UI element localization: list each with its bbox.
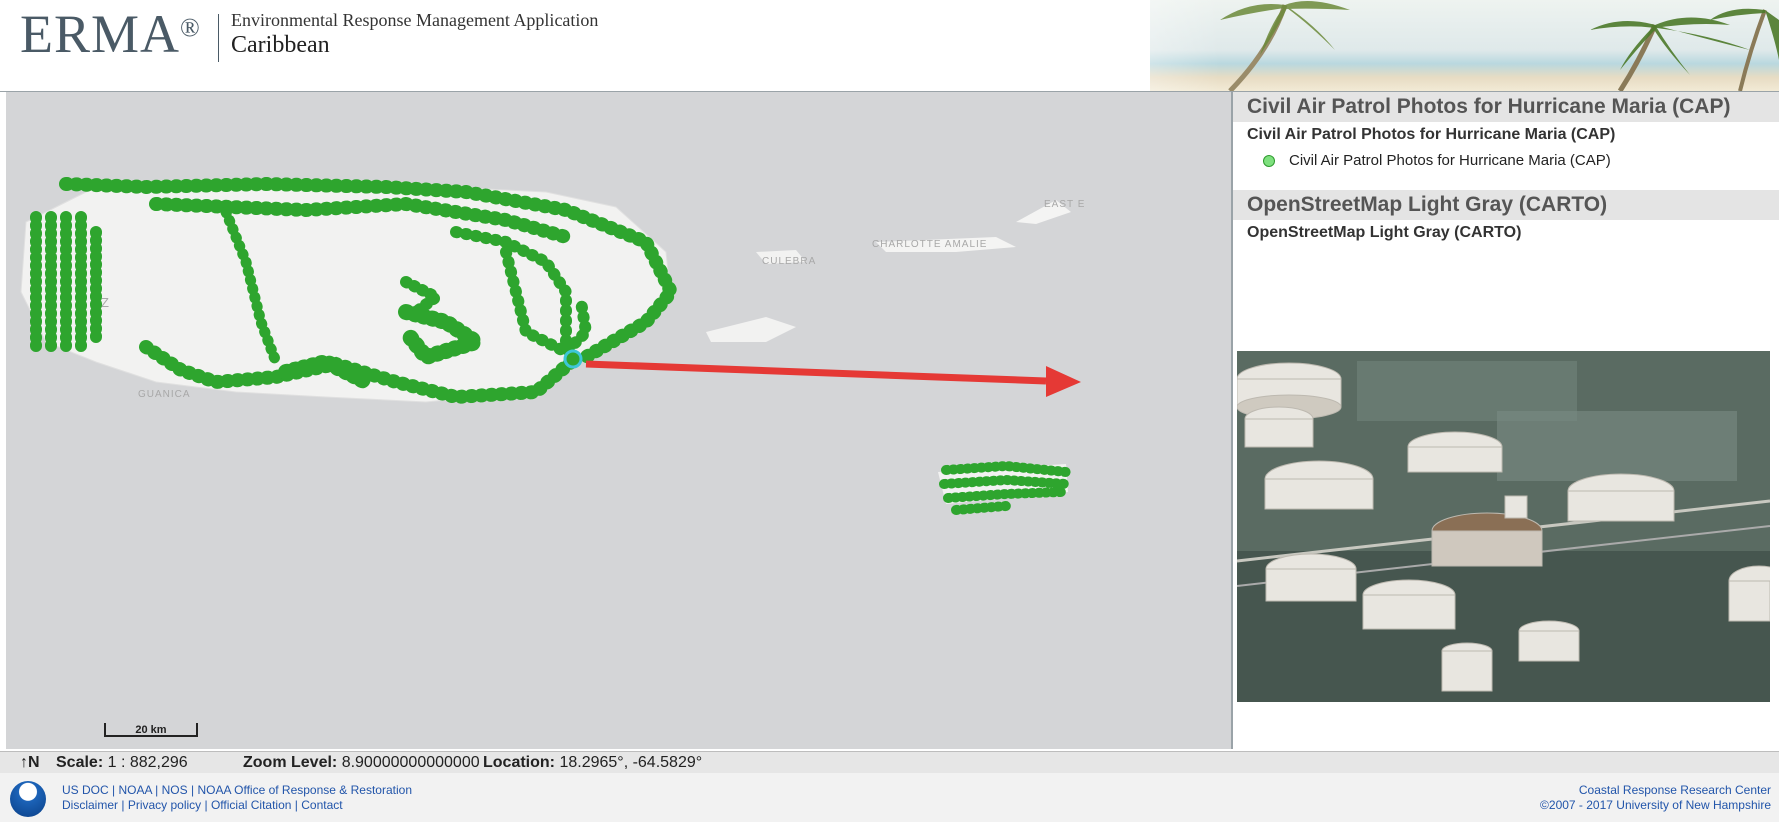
footer-link-nos[interactable]: NOS — [162, 783, 188, 797]
vieques-landmass — [706, 317, 796, 342]
layer-header-cap[interactable]: Civil Air Patrol Photos for Hurricane Ma… — [1233, 92, 1779, 122]
north-arrow-icon: ↑N — [20, 754, 40, 771]
logo-divider — [218, 14, 219, 62]
legend-item-cap: Civil Air Patrol Photos for Hurricane Ma… — [1233, 148, 1779, 174]
footer-link-us-doc[interactable]: US DOC — [62, 783, 109, 797]
scale-value: 1 : 882,296 — [107, 754, 188, 771]
layer-title-osm: OpenStreetMap Light Gray (CARTO) — [1247, 224, 1522, 241]
erma-logo[interactable]: ERMA® — [20, 4, 201, 64]
location-label: Location: — [483, 754, 555, 771]
beach-banner-image — [1150, 0, 1779, 91]
map-label-charlotte-amalie: CHARLOTTE AMALIE — [872, 239, 987, 250]
red-pointer-arrow — [585, 360, 1081, 397]
footer-link-contact[interactable]: Contact — [301, 798, 342, 812]
zoom-label: Zoom Level: — [243, 754, 338, 771]
footer-copyright[interactable]: ©2007 - 2017 University of New Hampshire — [1540, 798, 1771, 813]
footer-credits: Coastal Response Research Center ©2007 -… — [1540, 783, 1771, 813]
footer-link-noaa[interactable]: NOAA — [118, 783, 151, 797]
aerial-photo-storage-tanks[interactable] — [1237, 351, 1770, 702]
logo-registered-mark: ® — [180, 13, 201, 42]
layer-info-panel: Civil Air Patrol Photos for Hurricane Ma… — [1233, 92, 1779, 749]
footer-link-orr[interactable]: NOAA Office of Response & Restoration — [197, 783, 412, 797]
green-circle-icon — [1263, 155, 1275, 167]
page-footer: US DOC | NOAA | NOS | NOAA Office of Res… — [0, 773, 1779, 822]
aerial-photo-graphic — [1237, 351, 1770, 702]
app-header: ERMA® Environmental Response Management … — [0, 0, 1779, 92]
app-region: Caribbean — [231, 32, 330, 58]
legend-label-cap: Civil Air Patrol Photos for Hurricane Ma… — [1289, 152, 1611, 169]
layer-title-cap: Civil Air Patrol Photos for Hurricane Ma… — [1247, 126, 1616, 143]
footer-crrc-link[interactable]: Coastal Response Research Center — [1540, 783, 1771, 798]
palm-trees-graphic — [1220, 1, 1779, 91]
map-canvas[interactable]: CULEBRA CHARLOTTE AMALIE EAST E GUANICA … — [6, 92, 1233, 749]
zoom-value: 8.90000000000000 — [341, 754, 480, 771]
map-graphics: CULEBRA CHARLOTTE AMALIE EAST E GUANICA … — [20, 176, 1085, 515]
footer-links: US DOC | NOAA | NOS | NOAA Office of Res… — [62, 783, 412, 812]
map-label-guanica: GUANICA — [138, 389, 191, 400]
banner-fade — [1000, 0, 1220, 91]
app-subtitle: Environmental Response Management Applic… — [231, 10, 599, 30]
noaa-logo-icon[interactable] — [10, 781, 46, 817]
footer-link-citation[interactable]: Official Citation — [211, 798, 291, 812]
scale-readout: Scale: 1 : 882,296 — [56, 752, 188, 773]
scale-bar: 20 km — [104, 723, 198, 737]
map-label-culebra: CULEBRA — [762, 256, 816, 267]
map-label-mayaguez: Z — [101, 295, 110, 310]
zoom-readout: Zoom Level: 8.90000000000000 — [243, 752, 480, 773]
location-readout: Location: 18.2965°, -64.5829° — [483, 752, 702, 773]
layer-header-osm[interactable]: OpenStreetMap Light Gray (CARTO) — [1233, 190, 1779, 220]
location-value: 18.2965°, -64.5829° — [559, 754, 703, 771]
map-label-east-end: EAST E — [1044, 199, 1085, 210]
logo-text: ERMA — [20, 4, 181, 64]
scale-label: Scale: — [56, 754, 104, 771]
footer-link-privacy[interactable]: Privacy policy — [128, 798, 201, 812]
footer-link-disclaimer[interactable]: Disclaimer — [62, 798, 118, 812]
selected-photo-marker[interactable] — [563, 349, 583, 369]
map-status-bar: ↑N Scale: 1 : 882,296 Zoom Level: 8.9000… — [0, 751, 1779, 773]
